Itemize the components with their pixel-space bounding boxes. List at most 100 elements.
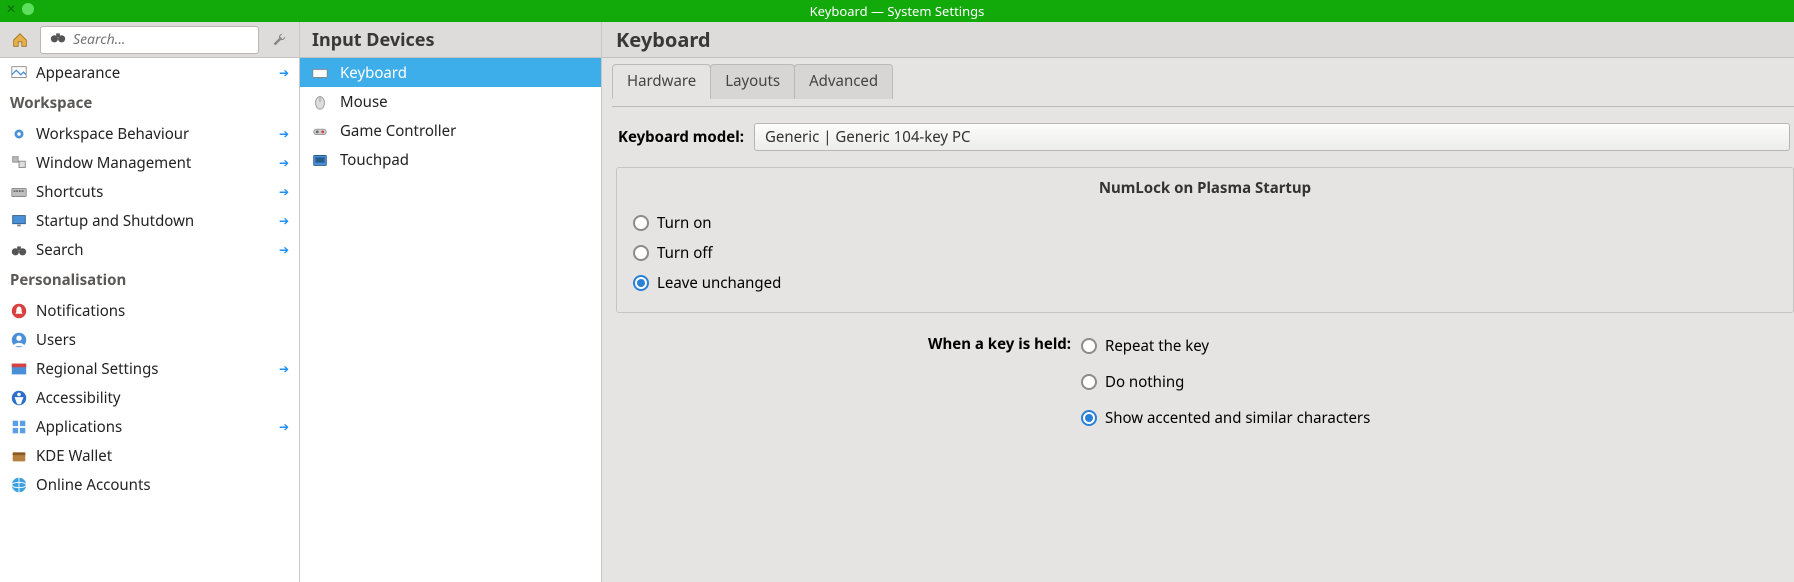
wrench-icon <box>270 31 288 49</box>
sidebar-item-users[interactable]: Users <box>0 325 299 354</box>
sidebar-item-label: Online Accounts <box>36 475 289 495</box>
sidebar-item-window-management[interactable]: Window Management➔ <box>0 148 299 177</box>
tab-bar: HardwareLayoutsAdvanced <box>612 64 1794 99</box>
chevron-right-icon: ➔ <box>279 183 289 200</box>
grid-icon <box>10 418 28 436</box>
sidebar-item-regional-settings[interactable]: Regional Settings ➔ <box>0 354 299 383</box>
sidebar-item-startup-and-shutdown[interactable]: Startup and Shutdown ➔ <box>0 206 299 235</box>
numlock-option[interactable]: Turn off <box>633 238 1777 268</box>
numlock-title: NumLock on Plasma Startup <box>633 178 1777 198</box>
sidebar-item-label: Accessibility <box>36 388 289 408</box>
radio-icon <box>633 215 649 231</box>
keyboard-icon <box>310 63 330 83</box>
sidebar-item-label: Regional Settings <box>36 359 271 379</box>
search-input[interactable] <box>73 30 250 49</box>
radio-icon <box>1081 338 1097 354</box>
settings-tree: Appearance ➔ WorkspaceWorkspace Behaviou… <box>0 58 299 582</box>
chevron-right-icon: ➔ <box>279 360 289 377</box>
sidebar-item-appearance[interactable]: Appearance ➔ <box>0 58 299 87</box>
sidebar-item-label: Users <box>36 330 289 350</box>
tab-layouts[interactable]: Layouts <box>710 64 795 99</box>
main-panel: Keyboard HardwareLayoutsAdvanced Keyboar… <box>602 22 1794 582</box>
gamepad-icon <box>310 121 330 141</box>
home-icon <box>11 31 29 49</box>
sidebar-item-label: Appearance <box>36 63 271 83</box>
category-header: Personalisation <box>0 264 299 296</box>
touchpad-icon <box>310 150 330 170</box>
device-item-label: Keyboard <box>340 63 407 83</box>
appearance-icon <box>10 64 28 82</box>
sidebar-item-shortcuts[interactable]: Shortcuts ➔ <box>0 177 299 206</box>
category-header: Workspace <box>0 87 299 119</box>
key-held-option[interactable]: Repeat the key <box>1081 331 1794 361</box>
chevron-right-icon: ➔ <box>279 64 289 81</box>
sidebar-item-label: Search <box>36 240 271 260</box>
numlock-option[interactable]: Turn on <box>633 208 1777 238</box>
radio-label: Show accented and similar characters <box>1105 408 1370 428</box>
keyboard-model-label: Keyboard model: <box>618 127 744 147</box>
chevron-right-icon: ➔ <box>279 241 289 258</box>
page-title: Keyboard <box>602 22 1794 58</box>
keyboard-model-select[interactable]: Generic | Generic 104-key PC <box>754 123 1790 151</box>
sidebar-item-accessibility[interactable]: Accessibility <box>0 383 299 412</box>
sidebar-item-kde-wallet[interactable]: KDE Wallet <box>0 441 299 470</box>
device-item-label: Mouse <box>340 92 388 112</box>
device-item-label: Touchpad <box>340 150 409 170</box>
tab-advanced[interactable]: Advanced <box>794 64 893 99</box>
radio-label: Do nothing <box>1105 372 1184 392</box>
sidebar-panel: Appearance ➔ WorkspaceWorkspace Behaviou… <box>0 22 300 582</box>
window-titlebar: ✕ Keyboard — System Settings <box>0 0 1794 22</box>
device-item-game-controller[interactable]: Game Controller <box>300 116 601 145</box>
maximize-icon[interactable] <box>22 3 34 15</box>
user-blue-icon <box>10 331 28 349</box>
device-item-touchpad[interactable]: Touchpad <box>300 145 601 174</box>
tab-hardware[interactable]: Hardware <box>612 64 711 99</box>
sidebar-item-search[interactable]: Search ➔ <box>0 235 299 264</box>
windows-icon <box>10 154 28 172</box>
subcategory-title: Input Devices <box>300 22 601 58</box>
chevron-right-icon: ➔ <box>279 125 289 142</box>
sidebar-item-label: Shortcuts <box>36 182 271 202</box>
configure-button[interactable] <box>265 26 293 54</box>
radio-icon <box>633 245 649 261</box>
device-item-keyboard[interactable]: Keyboard <box>300 58 601 87</box>
key-held-option[interactable]: Show accented and similar characters <box>1081 403 1794 433</box>
sidebar-item-applications[interactable]: Applications ➔ <box>0 412 299 441</box>
sidebar-item-label: Notifications <box>36 301 289 321</box>
radio-label: Turn on <box>657 213 712 233</box>
chevron-right-icon: ➔ <box>279 418 289 435</box>
sidebar-item-label: Applications <box>36 417 271 437</box>
key-held-label: When a key is held: <box>616 331 1071 433</box>
binoculars-icon <box>49 28 67 51</box>
device-item-mouse[interactable]: Mouse <box>300 87 601 116</box>
device-list: Keyboard Mouse Game Controller Touchpad <box>300 58 601 582</box>
radio-icon <box>1081 410 1097 426</box>
radio-label: Repeat the key <box>1105 336 1209 356</box>
monitor-icon <box>10 212 28 230</box>
sidebar-item-label: Startup and Shutdown <box>36 211 271 231</box>
sidebar-item-workspace-behaviour[interactable]: Workspace Behaviour ➔ <box>0 119 299 148</box>
radio-icon <box>1081 374 1097 390</box>
device-item-label: Game Controller <box>340 121 456 141</box>
gear-icon <box>10 125 28 143</box>
mouse-icon <box>310 92 330 112</box>
keyboard-icon <box>10 183 28 201</box>
radio-label: Turn off <box>657 243 713 263</box>
sidebar-item-label: KDE Wallet <box>36 446 289 466</box>
subcategory-panel: Input Devices Keyboard Mouse Game Controll… <box>300 22 602 582</box>
window-controls[interactable]: ✕ <box>6 3 34 15</box>
chevron-right-icon: ➔ <box>279 154 289 171</box>
numlock-option[interactable]: Leave unchanged <box>633 268 1777 298</box>
close-icon[interactable]: ✕ <box>6 3 16 15</box>
key-held-option[interactable]: Do nothing <box>1081 367 1794 397</box>
search-input-container[interactable] <box>40 26 259 54</box>
chevron-right-icon: ➔ <box>279 212 289 229</box>
sidebar-item-online-accounts[interactable]: Online Accounts <box>0 470 299 499</box>
sidebar-item-label: Workspace Behaviour <box>36 124 271 144</box>
radio-icon <box>633 275 649 291</box>
home-button[interactable] <box>6 26 34 54</box>
globe-icon <box>10 476 28 494</box>
flag-icon <box>10 360 28 378</box>
sidebar-item-notifications[interactable]: Notifications <box>0 296 299 325</box>
sidebar-toolbar <box>0 22 299 58</box>
